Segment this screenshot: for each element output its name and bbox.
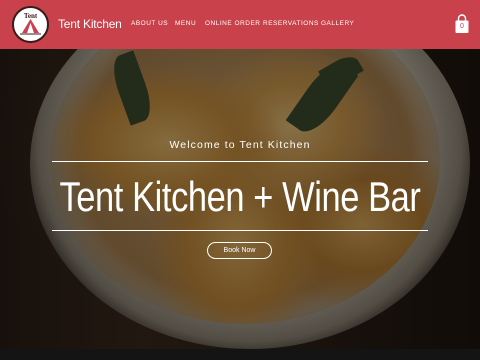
nav-reservations[interactable]: RESERVATIONS	[263, 20, 319, 27]
cart-button[interactable]: 0	[454, 14, 470, 34]
hero-headline: Tent Kitchen + Wine Bar	[59, 173, 421, 220]
nav-online-order[interactable]: ONLINE ORDER	[205, 20, 260, 27]
nav-menu[interactable]: MENU	[175, 20, 196, 27]
book-now-button[interactable]: Book Now	[207, 242, 272, 259]
page-bottom-strip	[0, 349, 480, 360]
tent-kitchen-logo[interactable]: Tent	[12, 6, 49, 43]
hero-welcome-text: Welcome to Tent Kitchen	[169, 139, 311, 151]
nav-gallery[interactable]: GALLERY	[321, 20, 354, 27]
logo-text: Tent	[24, 12, 38, 20]
nav-about-us[interactable]: ABOUT US	[131, 20, 168, 27]
cart-count: 0	[460, 23, 464, 30]
site-header: Tent Tent Kitchen ABOUT US MENU ONLINE O…	[0, 0, 480, 49]
hero-section: Welcome to Tent Kitchen Tent Kitchen + W…	[0, 49, 480, 349]
brand-name[interactable]: Tent Kitchen	[58, 17, 122, 31]
tent-logo-icon: Tent	[20, 12, 41, 35]
hero-divider-top	[52, 161, 428, 162]
hero-divider-bottom	[52, 230, 428, 231]
